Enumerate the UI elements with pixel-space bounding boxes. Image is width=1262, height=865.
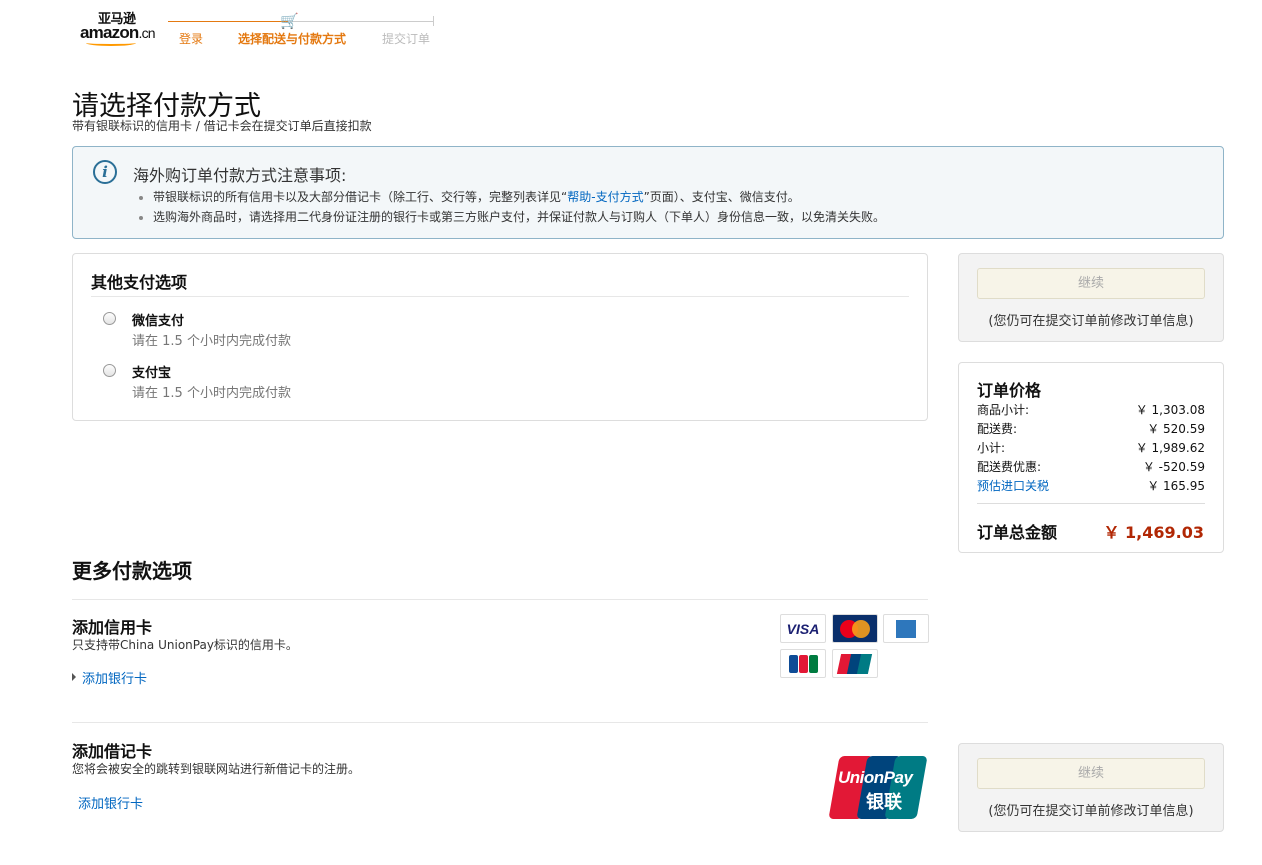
wechat-pay-radio[interactable] <box>103 312 116 325</box>
continue-button-top[interactable]: 继续 <box>977 268 1205 299</box>
option-name: 支付宝 <box>132 366 172 381</box>
continue-note: (您仍可在提交订单前修改订单信息) <box>988 314 1194 329</box>
divider <box>72 722 928 723</box>
notice-item: 选购海外商品时，请选择用二代身份证注册的银行卡或第三方账户支付，并保证付款人与订… <box>153 207 885 227</box>
option-name: 微信支付 <box>132 314 185 329</box>
other-payment-options: 其他支付选项 微信支付 请在 1.5 个小时内完成付款 支付宝 请在 1.5 个… <box>72 253 928 421</box>
logo-smile-icon <box>86 40 136 46</box>
divider <box>977 503 1205 504</box>
unionpay-small-card-icon <box>832 649 878 678</box>
progress-track-done <box>168 21 288 22</box>
import-tax-link[interactable]: 预估进口关税 <box>977 477 1049 494</box>
notice-list: 带银联标识的所有信用卡以及大部分借记卡（除工行、交行等，完整列表详见“帮助-支付… <box>153 187 885 227</box>
notice-title: 海外购订单付款方式注意事项: <box>133 166 347 185</box>
credit-card-desc: 只支持带China UnionPay标识的信用卡。 <box>72 638 298 652</box>
debit-card-desc: 您将会被安全的跳转到银联网站进行新借记卡的注册。 <box>72 762 361 776</box>
checkout-progress: 🛒 登录 选择配送与付款方式 提交订单 <box>168 12 436 54</box>
order-total-label: 订单总金额 <box>977 523 1058 542</box>
add-credit-card-title: 添加信用卡 <box>72 618 153 637</box>
page-subtitle: 带有银联标识的信用卡 / 借记卡会在提交订单后直接扣款 <box>72 119 372 133</box>
alipay-radio[interactable] <box>103 364 116 377</box>
continue-button-bottom[interactable]: 继续 <box>977 758 1205 789</box>
more-options-title: 更多付款选项 <box>72 559 192 583</box>
help-payment-methods-link[interactable]: 帮助-支付方式 <box>567 190 643 204</box>
overseas-payment-notice: i 海外购订单付款方式注意事项: 带银联标识的所有信用卡以及大部分借记卡（除工行… <box>72 146 1224 239</box>
other-options-title: 其他支付选项 <box>91 273 188 292</box>
add-credit-card-link[interactable]: 添加银行卡 <box>82 668 147 687</box>
summary-title: 订单价格 <box>977 381 1042 400</box>
add-debit-card-title: 添加借记卡 <box>72 742 153 761</box>
progress-end-tick <box>433 16 434 26</box>
continue-box-bottom: 继续 (您仍可在提交订单前修改订单信息) <box>958 743 1224 832</box>
step-shipping-payment: 选择配送与付款方式 <box>238 32 347 46</box>
option-desc: 请在 1.5 个小时内完成付款 <box>132 334 291 349</box>
option-desc: 请在 1.5 个小时内完成付款 <box>132 386 291 401</box>
unionpay-logo: UnionPay 银联 <box>828 756 928 819</box>
step-login[interactable]: 登录 <box>179 30 203 47</box>
add-debit-card-link[interactable]: 添加银行卡 <box>78 793 143 812</box>
caret-right-icon <box>72 673 76 681</box>
unionpay-logo-cn-text: 银联 <box>866 792 902 813</box>
shopping-cart-icon: 🛒 <box>280 12 299 30</box>
unionpay-logo-text: UnionPay <box>838 768 913 787</box>
order-summary: 订单价格 商品小计: ￥ 1,303.08 配送费: ￥ 520.59 小计: … <box>958 362 1224 553</box>
visa-card-icon: VISA <box>780 614 826 643</box>
jcb-card-icon <box>780 649 826 678</box>
divider <box>91 296 909 297</box>
mastercard-card-icon <box>832 614 878 643</box>
notice-item: 带银联标识的所有信用卡以及大部分借记卡（除工行、交行等，完整列表详见“帮助-支付… <box>153 187 885 207</box>
step-submit-order: 提交订单 <box>382 32 431 46</box>
info-icon: i <box>93 160 117 184</box>
order-total-value: ￥ 1,469.03 <box>1103 523 1204 542</box>
continue-note: (您仍可在提交订单前修改订单信息) <box>988 804 1194 819</box>
continue-box-top: 继续 (您仍可在提交订单前修改订单信息) <box>958 253 1224 342</box>
divider <box>72 599 928 600</box>
amex-card-icon <box>883 614 929 643</box>
amazon-cn-logo[interactable]: 亚马逊 amazon.cn <box>80 8 160 46</box>
